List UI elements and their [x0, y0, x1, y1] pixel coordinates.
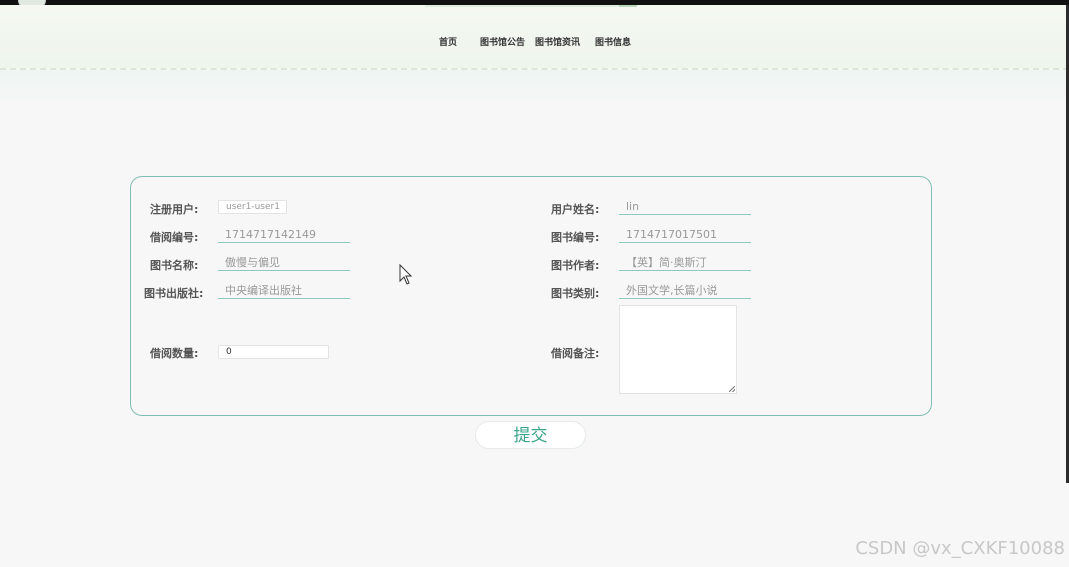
site-header: 首页 图书馆公告 图书馆资讯 图书信息 — [0, 5, 1069, 70]
registered-user-field[interactable]: user1-user1 — [218, 200, 287, 214]
borrow-number-field[interactable]: 1714717142149 — [218, 228, 350, 243]
book-category-field[interactable]: 外国文学,长篇小说 — [619, 284, 751, 299]
book-name-field[interactable]: 傲慢与偏见 — [218, 256, 350, 271]
book-number-field[interactable]: 1714717017501 — [619, 228, 751, 243]
label-borrow-remarks: 借阅备注: — [551, 347, 600, 360]
nav-item-book-info[interactable]: 图书信息 — [595, 35, 631, 48]
label-book-number: 图书编号: — [551, 231, 600, 244]
label-user-name: 用户姓名: — [551, 203, 600, 216]
mouse-cursor-icon — [399, 264, 413, 285]
label-borrow-number: 借阅编号: — [150, 231, 199, 244]
label-publisher: 图书出版社: — [144, 287, 204, 300]
label-book-name: 图书名称: — [150, 259, 199, 272]
submit-button[interactable]: 提交 — [475, 421, 586, 449]
book-author-field[interactable]: 【英】简·奥斯汀 — [619, 256, 751, 271]
label-borrow-quantity: 借阅数量: — [150, 347, 199, 360]
borrow-remarks-textarea[interactable] — [619, 305, 737, 394]
label-registered-user: 注册用户: — [150, 203, 199, 216]
resize-grip-icon[interactable] — [729, 386, 735, 392]
user-name-field[interactable]: lin — [619, 200, 751, 215]
label-book-author: 图书作者: — [551, 259, 600, 272]
search-button[interactable] — [619, 5, 637, 7]
header-band — [0, 70, 1069, 104]
publisher-field[interactable]: 中央编译出版社 — [218, 284, 350, 299]
label-book-category: 图书类别: — [551, 287, 600, 300]
nav-item-announcements[interactable]: 图书馆公告 — [480, 35, 525, 48]
watermark: CSDN @vx_CXKF10088 — [855, 538, 1065, 559]
nav-item-home[interactable]: 首页 — [439, 35, 457, 48]
search-bar[interactable] — [425, 5, 637, 7]
borrow-quantity-input[interactable]: 0 — [218, 345, 329, 359]
nav-item-news[interactable]: 图书馆资讯 — [535, 35, 580, 48]
